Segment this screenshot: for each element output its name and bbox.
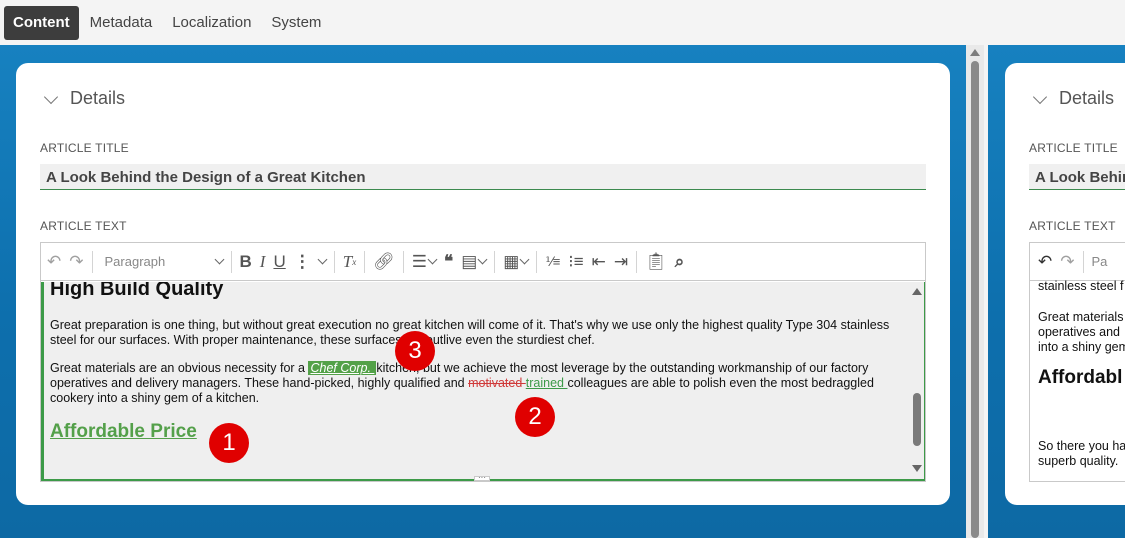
article-title-label: ARTICLE TITLE bbox=[40, 141, 129, 155]
outdent-icon[interactable]: ⇤ bbox=[592, 248, 606, 276]
toolbar-separator bbox=[402, 250, 404, 273]
text-line: stainless steel f bbox=[1038, 279, 1124, 293]
tab-content[interactable]: Content bbox=[4, 5, 79, 40]
numbered-list-icon[interactable]: ⅟≡ bbox=[545, 248, 560, 276]
tracked-deletion[interactable]: motivated bbox=[468, 376, 526, 390]
toolbar-separator bbox=[230, 250, 232, 273]
more-options-icon[interactable]: ⋮ bbox=[294, 248, 311, 276]
blockquote-icon[interactable]: ❝ bbox=[444, 248, 453, 276]
tracked-insertion[interactable]: trained bbox=[526, 376, 568, 390]
paragraph-text: Great materials are an obvious necessity… bbox=[50, 361, 309, 375]
heading-high-build-quality: High Build Quality bbox=[50, 282, 224, 300]
toolbar-separator bbox=[333, 250, 335, 273]
annotation-badge-3: 3 bbox=[395, 331, 435, 371]
remove-format-icon[interactable]: Tx bbox=[343, 248, 356, 276]
paragraph-format-select[interactable]: Paragraph bbox=[101, 248, 224, 276]
paste-icon[interactable]: 📋︎ bbox=[645, 248, 667, 276]
indent-icon[interactable]: ⇥ bbox=[614, 248, 628, 276]
editor-resize-handle[interactable]: ··· bbox=[474, 474, 490, 482]
italic-icon[interactable]: I bbox=[260, 248, 266, 276]
scroll-down-arrow-icon[interactable] bbox=[912, 465, 922, 472]
paragraph-materials: Great materials are an obvious necessity… bbox=[50, 361, 906, 406]
align-dropdown-chevron-icon[interactable] bbox=[427, 248, 438, 276]
text-line: operatives and bbox=[1038, 325, 1121, 339]
toolbar-separator bbox=[364, 250, 366, 273]
more-dropdown-chevron-icon[interactable] bbox=[317, 248, 328, 276]
text-line: superb quality. bbox=[1038, 454, 1119, 468]
editor-scrollbar[interactable] bbox=[910, 282, 925, 481]
editor-toolbar: ↶ ↷ Paragraph B I U ⋮ Tx 🔗︎ ☰ ❝ ▤ ▦ ⅟≡ ⁝… bbox=[41, 243, 925, 281]
panel-scrollbar[interactable] bbox=[966, 45, 984, 538]
article-title-label: ARTICLE TITLE bbox=[1029, 141, 1118, 155]
article-text-label: ARTICLE TEXT bbox=[1029, 219, 1116, 233]
chevron-down-icon[interactable] bbox=[43, 89, 59, 104]
toolbar-separator bbox=[91, 250, 93, 273]
redo-icon[interactable]: ↷ bbox=[69, 248, 83, 276]
scroll-up-arrow-icon[interactable] bbox=[970, 49, 980, 56]
scrollbar-thumb[interactable] bbox=[971, 61, 979, 538]
editor-content-area[interactable]: stainless steel f Great materials operat… bbox=[1030, 279, 1125, 481]
find-replace-icon[interactable]: ⌕ bbox=[675, 248, 685, 276]
source-code-icon[interactable]: ▤ bbox=[461, 248, 477, 276]
text-line: into a shiny gem bbox=[1038, 340, 1125, 354]
details-section-header[interactable]: Details bbox=[43, 88, 126, 109]
details-card-right: Details ARTICLE TITLE A Look Behind ARTI… bbox=[1005, 63, 1125, 505]
text-line: Great materials bbox=[1038, 310, 1124, 324]
tab-localization[interactable]: Localization bbox=[163, 6, 260, 40]
rich-text-editor: ↶ ↷ Paragraph B I U ⋮ Tx 🔗︎ ☰ ❝ ▤ ▦ ⅟≡ ⁝… bbox=[40, 242, 926, 482]
details-section-header[interactable]: Details bbox=[1032, 88, 1115, 109]
heading-affordable-price[interactable]: Affordable Price bbox=[50, 421, 197, 443]
editor-scrollbar-thumb[interactable] bbox=[913, 393, 921, 446]
details-title: Details bbox=[1059, 88, 1115, 108]
table-icon[interactable]: ▦ bbox=[503, 248, 519, 276]
paragraph-format-select[interactable]: Pa bbox=[1092, 248, 1108, 276]
chevron-down-icon bbox=[214, 254, 224, 265]
bold-icon[interactable]: B bbox=[240, 248, 252, 276]
tab-system[interactable]: System bbox=[262, 6, 330, 40]
toolbar-separator bbox=[536, 250, 538, 273]
link-icon[interactable]: 🔗︎ bbox=[373, 248, 395, 276]
rich-text-editor: ↶ ↷ Pa stainless steel f Great materials… bbox=[1029, 242, 1125, 482]
annotation-badge-2: 2 bbox=[515, 397, 555, 437]
align-icon[interactable]: ☰ bbox=[412, 248, 427, 276]
toolbar-separator bbox=[636, 250, 638, 273]
annotation-badge-1: 1 bbox=[209, 423, 249, 463]
chevron-down-icon[interactable] bbox=[1032, 89, 1048, 104]
scroll-up-arrow-icon[interactable] bbox=[912, 288, 922, 295]
article-text-label: ARTICLE TEXT bbox=[40, 219, 127, 233]
undo-icon[interactable]: ↶ bbox=[1038, 248, 1052, 276]
details-card-left: Details ARTICLE TITLE A Look Behind the … bbox=[16, 63, 950, 505]
highlighted-chef-corp[interactable]: Chef Corp. bbox=[308, 361, 377, 375]
tab-metadata[interactable]: Metadata bbox=[81, 6, 162, 40]
toolbar-separator bbox=[494, 250, 496, 273]
panel-divider bbox=[984, 45, 988, 538]
table-dropdown-chevron-icon[interactable] bbox=[519, 248, 530, 276]
text-line: So there you ha bbox=[1038, 439, 1125, 453]
heading-affordable: Affordabl bbox=[1038, 367, 1123, 388]
article-title-input[interactable]: A Look Behind bbox=[1029, 164, 1125, 190]
redo-icon[interactable]: ↷ bbox=[1060, 248, 1074, 276]
editor-toolbar: ↶ ↷ Pa bbox=[1030, 243, 1125, 281]
article-title-input[interactable]: A Look Behind the Design of a Great Kitc… bbox=[40, 164, 926, 190]
paragraph-select-label: Paragraph bbox=[104, 254, 166, 269]
paragraph-preparation: Great preparation is one thing, but with… bbox=[50, 318, 890, 347]
source-dropdown-chevron-icon[interactable] bbox=[477, 248, 488, 276]
underline-icon[interactable]: U bbox=[273, 248, 285, 276]
top-tab-bar: Content Metadata Localization System bbox=[0, 0, 1125, 45]
bulleted-list-icon[interactable]: ⁝≡ bbox=[568, 248, 583, 276]
editor-content-area[interactable]: High Build Quality Great preparation is … bbox=[41, 282, 925, 481]
undo-icon[interactable]: ↶ bbox=[47, 248, 61, 276]
details-title: Details bbox=[70, 88, 126, 108]
toolbar-separator bbox=[1082, 250, 1084, 273]
